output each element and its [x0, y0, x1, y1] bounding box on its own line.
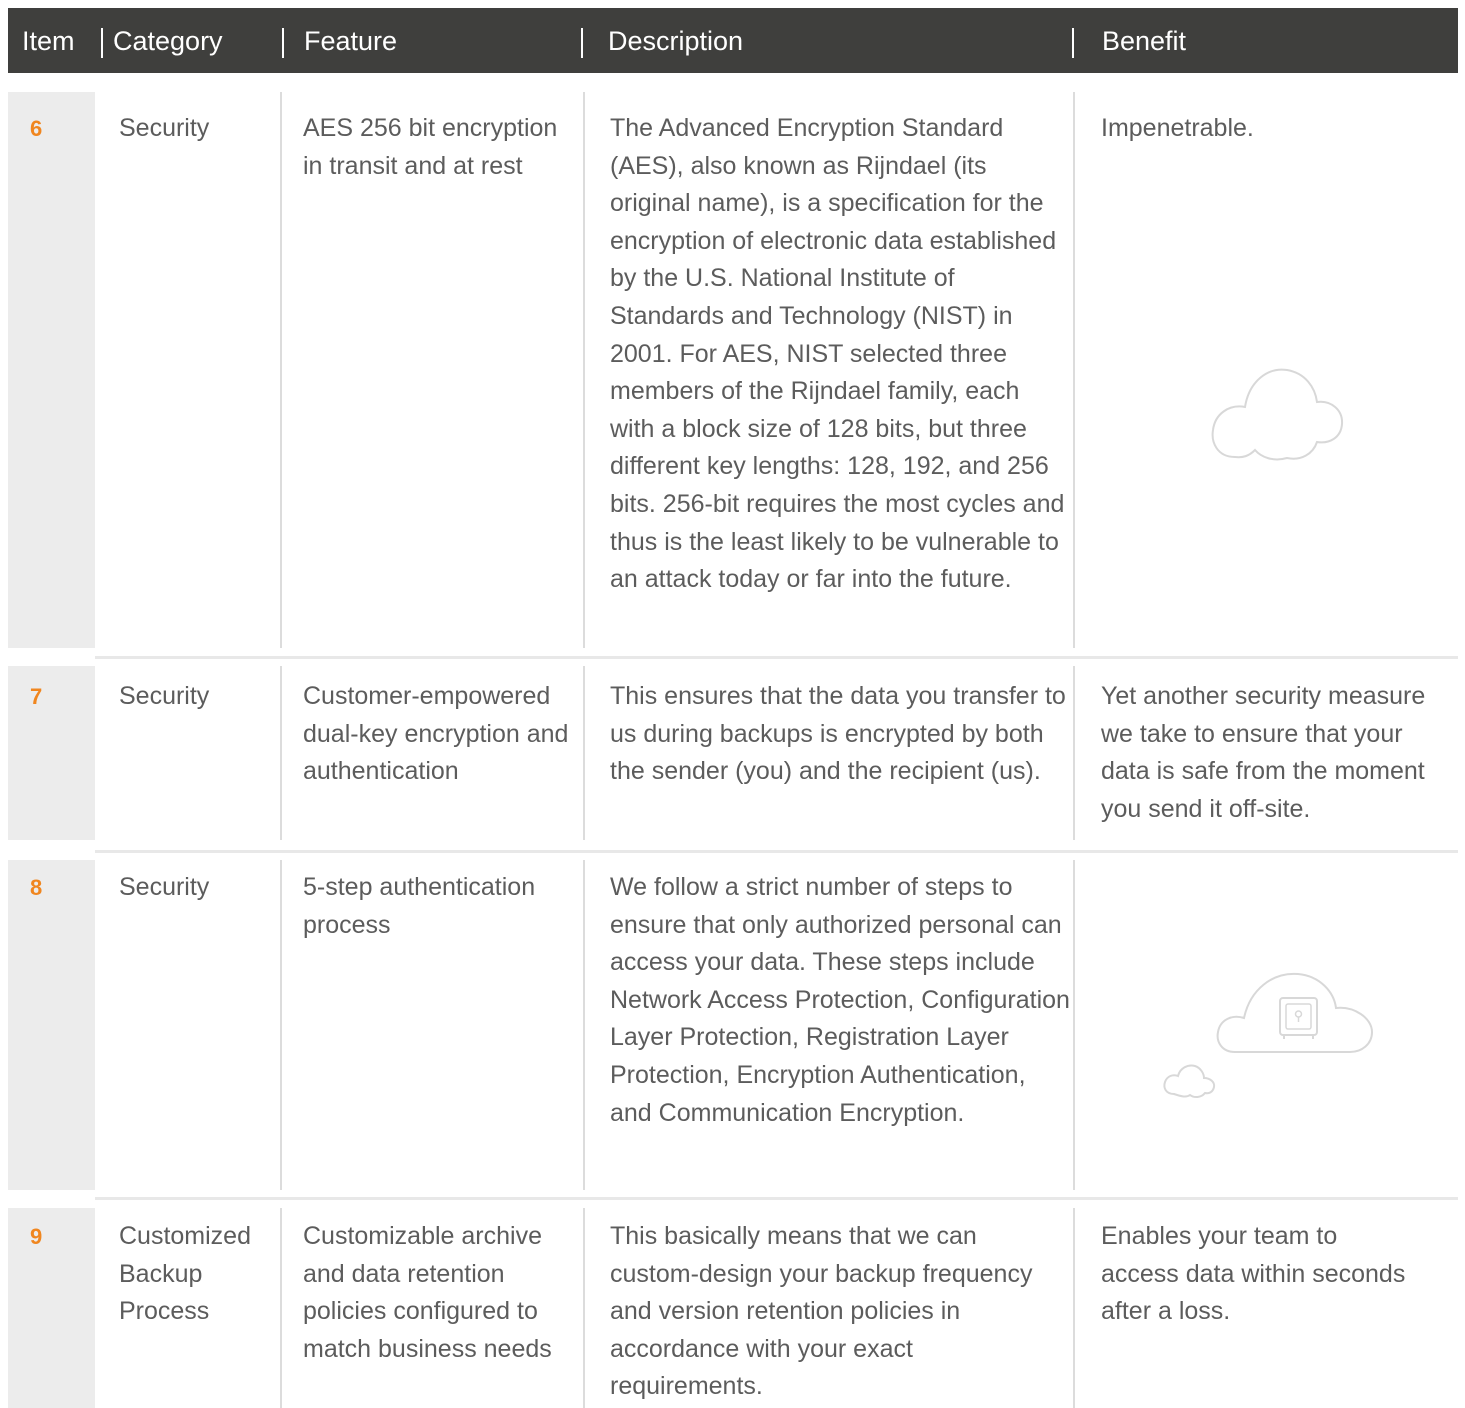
- benefit-text: Yet another security measure we take to …: [1101, 682, 1426, 823]
- column-divider: [583, 1208, 585, 1408]
- row-separator: [95, 656, 1458, 659]
- column-divider: [280, 666, 282, 840]
- column-divider: [1073, 860, 1075, 1190]
- benefit-text: Impenetrable.: [1101, 114, 1254, 142]
- column-divider: [280, 92, 282, 648]
- category-text: Security: [119, 114, 210, 142]
- header-divider: [1072, 28, 1074, 58]
- feature-text: Customer-empowered dual-key encryption a…: [303, 682, 569, 786]
- feature-text: 5-step authentication process: [303, 873, 536, 939]
- column-divider: [1073, 1208, 1075, 1408]
- item-number: 9: [30, 1224, 43, 1249]
- header-description: Description: [608, 26, 744, 56]
- header-divider: [101, 28, 103, 58]
- cloud-icon: [1211, 368, 1344, 461]
- item-number: 6: [30, 116, 43, 141]
- description-text: This basically means that we can custom-…: [610, 1222, 1033, 1401]
- category-text: Customized Backup Process: [119, 1222, 251, 1326]
- header-divider: [581, 28, 583, 58]
- column-divider: [1073, 666, 1075, 840]
- column-divider: [1073, 92, 1075, 648]
- feature-text: Customizable archive and data retention …: [303, 1222, 552, 1363]
- cloud-safe-icon: [1163, 972, 1374, 1099]
- category-text: Security: [119, 873, 210, 901]
- table-header: Item Category Feature Description Benefi…: [8, 8, 1458, 73]
- item-cell: [8, 92, 95, 648]
- header-feature: Feature: [304, 26, 398, 56]
- description-text: This ensures that the data you transfer …: [610, 682, 1066, 786]
- column-divider: [583, 92, 585, 648]
- benefit-text: Enables your team to access data within …: [1101, 1222, 1406, 1326]
- column-divider: [280, 1208, 282, 1408]
- column-divider: [583, 666, 585, 840]
- feature-text: AES 256 bit encryption in transit and at…: [303, 114, 558, 180]
- item-number: 8: [30, 875, 43, 900]
- row-separator: [95, 850, 1458, 853]
- item-cell: [8, 860, 95, 1190]
- header-item: Item: [22, 26, 75, 56]
- description-text: We follow a strict number of steps to en…: [610, 873, 1070, 1127]
- category-text: Security: [119, 682, 210, 710]
- header-benefit: Benefit: [1102, 26, 1187, 56]
- item-number: 7: [30, 684, 43, 709]
- column-divider: [583, 860, 585, 1190]
- row-separator: [95, 1197, 1458, 1200]
- column-divider: [280, 860, 282, 1190]
- header-divider: [282, 28, 284, 58]
- header-category: Category: [113, 26, 223, 56]
- description-text: The Advanced Encryption Standard (AES), …: [610, 114, 1065, 594]
